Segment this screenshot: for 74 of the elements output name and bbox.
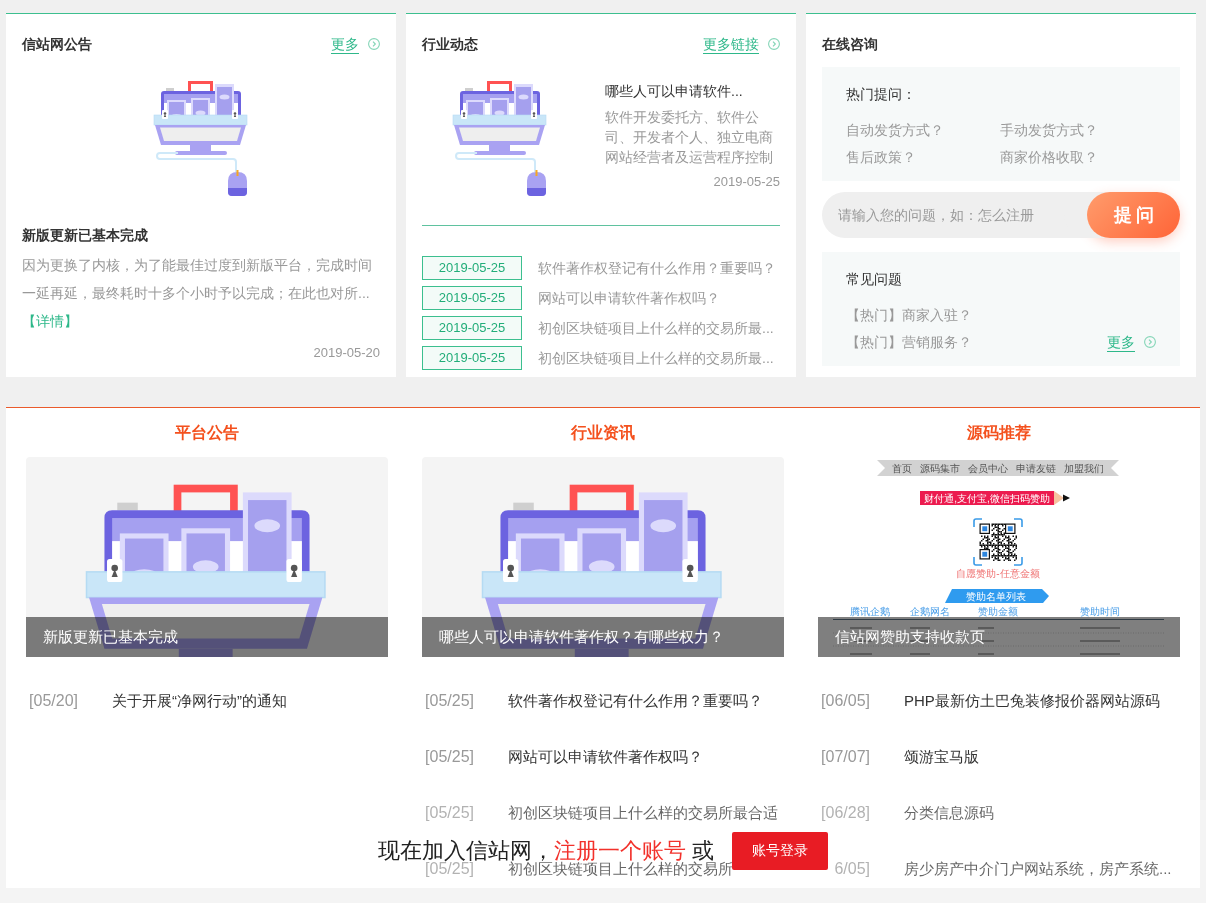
article-summary: 因为更换了内核，为了能最佳过度到新版平台，完成时间一延再延，最终耗时十多个小时予以完成；在此也对所...: [22, 256, 373, 303]
image-caption[interactable]: 新版更新已基本完成: [26, 617, 388, 657]
donation-note: 自愿赞助-任意金额: [956, 568, 1040, 579]
details-link[interactable]: 【详情】: [22, 307, 78, 335]
column-header: 赞助金额: [978, 606, 1018, 617]
article-title[interactable]: PHP最新仿土巴兔装修报价器网站源码: [904, 693, 1160, 709]
article-title[interactable]: 软件著作权登记有什么作用？重要吗？: [508, 693, 763, 709]
article-title[interactable]: 哪些人可以申请软件...: [605, 81, 743, 101]
article-date: [05/25]: [425, 861, 474, 877]
nav-label: 会员中心: [968, 462, 1008, 474]
article-title[interactable]: 颂游宝马版: [904, 749, 979, 765]
news-title[interactable]: 初创区块链项目上什么样的交易所最...: [538, 348, 774, 368]
article-date: [05/25]: [424, 749, 474, 765]
article-title[interactable]: 网站可以申请软件著作权吗？: [508, 749, 703, 765]
question-link[interactable]: 商家价格收取？: [1000, 147, 1098, 167]
login-button[interactable]: 账号登录: [732, 831, 829, 870]
image-caption[interactable]: 哪些人可以申请软件著作权？有哪些权力？: [422, 617, 784, 657]
nav-label: 首页: [892, 462, 912, 474]
list-ribbon: 赞助名单列表: [945, 589, 1049, 603]
qr-code-icon: [973, 518, 1023, 566]
ask-button[interactable]: 提问: [1087, 192, 1180, 238]
news-title[interactable]: 软件著作权登记有什么作用？重要吗？: [538, 258, 776, 278]
article-title[interactable]: 初创区块链项目上什么样的交易所: [508, 861, 733, 877]
question-link[interactable]: 手动发货方式？: [1000, 120, 1098, 140]
question-link[interactable]: 售后政策？: [846, 147, 916, 167]
article-date: 6/05]: [833, 861, 870, 877]
article-headline[interactable]: 新版更新已基本完成: [22, 225, 148, 245]
faq-link[interactable]: 【热门】营销服务？: [846, 332, 972, 352]
question-link[interactable]: 自动发货方式？: [846, 120, 944, 140]
date-tag: 2019-05-25: [422, 256, 522, 280]
nav-label: 加盟我们: [1064, 462, 1104, 474]
question-input[interactable]: 请输入您的问题，如：怎么注册: [822, 192, 1087, 238]
article-summary: 软件开发委托方、软件公司、开发者个人、独立电商网站经营者及运营程序控制: [605, 108, 774, 167]
nav-label: 源码集市: [920, 462, 960, 474]
image-caption[interactable]: 信站网赞助支持收款页: [818, 617, 1180, 657]
column-header: 企鹅网名: [910, 606, 950, 617]
column-title: 平台公告: [175, 423, 239, 443]
column-header: 赞助时间: [1080, 606, 1120, 617]
more-link[interactable]: 更多链接: [703, 34, 780, 54]
panel-heading: 热门提问：: [846, 85, 916, 104]
news-title[interactable]: 初创区块链项目上什么样的交易所最...: [538, 318, 774, 338]
article-title[interactable]: 分类信息源码: [904, 805, 994, 821]
faq-link[interactable]: 【热门】商家入驻？: [846, 305, 972, 325]
article-title[interactable]: 关于开展“净网行动”的通知: [112, 693, 287, 709]
article-title[interactable]: 房少房产中介门户网站系统，房产系统...: [904, 861, 1172, 877]
date-tag: 2019-05-25: [422, 316, 522, 340]
nav-label: 申请友链: [1016, 462, 1056, 474]
join-prompt: 现在加入信站网，注册一个账号 或: [377, 840, 715, 861]
card-title: 行业动态: [422, 35, 478, 54]
article-date: 2019-05-25: [713, 173, 780, 191]
panel-heading: 常见问题: [846, 270, 902, 289]
article-date: 2019-05-20: [313, 344, 380, 362]
column-title: 行业资讯: [571, 423, 635, 443]
article-date: [07/07]: [820, 749, 870, 765]
card-title: 在线咨询: [822, 35, 878, 54]
article-date: [05/20]: [28, 693, 78, 709]
news-title[interactable]: 网站可以申请软件著作权吗？: [538, 288, 720, 308]
article-date: [05/25]: [424, 805, 474, 821]
column-header: 腾讯企鹅: [850, 606, 890, 617]
date-tag: 2019-05-25: [422, 346, 522, 370]
chevron-circle-icon: [1144, 336, 1156, 348]
chevron-circle-icon: [368, 38, 380, 50]
payment-banner: 财付通,支付宝,微信扫码赞助: [920, 491, 1070, 505]
article-date: [06/05]: [820, 693, 870, 709]
card-title: 信站网公告: [22, 35, 92, 54]
more-link[interactable]: 更多: [1107, 332, 1156, 352]
column-title: 源码推荐: [967, 423, 1031, 443]
more-link[interactable]: 更多: [331, 34, 380, 54]
chevron-circle-icon: [768, 38, 780, 50]
article-title[interactable]: 初创区块链项目上什么样的交易所最合适: [508, 805, 778, 821]
register-link[interactable]: 注册一个账号: [553, 837, 686, 863]
article-date: [06/28]: [820, 805, 870, 821]
date-tag: 2019-05-25: [422, 286, 522, 310]
article-date: [05/25]: [424, 693, 474, 709]
